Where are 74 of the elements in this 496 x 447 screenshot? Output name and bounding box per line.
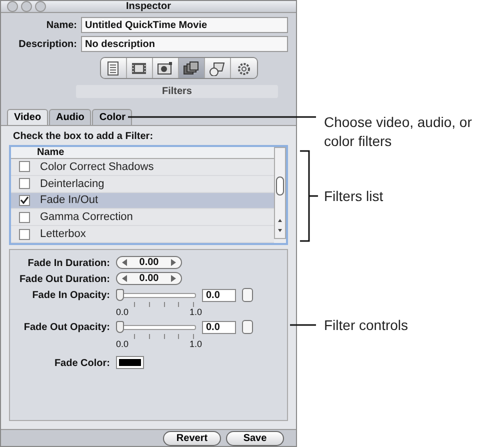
list-row[interactable]: Fade In/Out bbox=[11, 192, 274, 210]
window-control-button[interactable] bbox=[7, 1, 18, 12]
checkbox[interactable] bbox=[19, 228, 30, 240]
min-label: 0.0 bbox=[116, 307, 129, 317]
tab[interactable]: Audio bbox=[49, 109, 92, 125]
instruction-text: Check the box to add a Filter: bbox=[13, 131, 154, 142]
column-header: Name bbox=[11, 147, 274, 159]
toolbar-label: Filters bbox=[76, 85, 278, 98]
document-icon bbox=[105, 60, 121, 76]
dialog-button[interactable]: Save bbox=[226, 430, 284, 446]
control-label: Fade Color: bbox=[53, 357, 110, 369]
window-control-button[interactable] bbox=[21, 1, 32, 12]
callout-text: Filters list bbox=[324, 187, 384, 206]
text-field[interactable]: Untitled QuickTime Movie bbox=[81, 17, 288, 33]
toolbar-button[interactable] bbox=[126, 58, 152, 78]
text-field[interactable]: No description bbox=[81, 36, 288, 52]
max-label: 1.0 bbox=[189, 339, 202, 349]
stepper-value: 0.00 bbox=[139, 257, 159, 268]
slider-thumb[interactable] bbox=[116, 321, 124, 333]
toolbar-button[interactable] bbox=[100, 58, 126, 78]
filter-name: Color Correct Shadows bbox=[40, 160, 154, 173]
tab[interactable]: Video bbox=[7, 109, 48, 125]
leader-line bbox=[290, 324, 316, 326]
stepper-value: 0.00 bbox=[139, 273, 159, 284]
filter-name: Gamma Correction bbox=[40, 211, 133, 224]
callout-text: Choose video, audio, or color filters bbox=[324, 113, 473, 151]
min-label: 0.0 bbox=[116, 339, 129, 349]
stepper-icon bbox=[242, 288, 253, 302]
callout-text: Filter controls bbox=[324, 316, 410, 335]
list-row[interactable]: Color Correct Shadows bbox=[11, 159, 274, 176]
duration-stepper[interactable]: 0.00 bbox=[116, 256, 182, 269]
layers-icon bbox=[183, 60, 199, 76]
filter-name: Deinterlacing bbox=[40, 178, 104, 190]
toolbar-button[interactable] bbox=[204, 58, 230, 78]
checkbox[interactable] bbox=[19, 194, 30, 206]
dialog-button[interactable]: Revert bbox=[163, 430, 221, 446]
control-label: Fade In Duration: bbox=[26, 257, 110, 269]
color-well[interactable] bbox=[116, 356, 144, 369]
right-arrow-icon bbox=[171, 259, 176, 266]
film-icon bbox=[131, 60, 147, 76]
field-label: Name: bbox=[45, 20, 77, 30]
toolbar-button[interactable] bbox=[230, 58, 256, 78]
slider-track[interactable] bbox=[116, 289, 196, 301]
settings-icon bbox=[236, 60, 252, 76]
max-label: 1.0 bbox=[189, 307, 202, 317]
slider-track[interactable] bbox=[116, 321, 196, 333]
left-arrow-icon bbox=[122, 259, 127, 266]
checkbox[interactable] bbox=[19, 212, 30, 223]
filter-name: Letterbox bbox=[40, 228, 86, 240]
field-label: Description: bbox=[18, 38, 77, 50]
list-row[interactable]: Gamma Correction bbox=[11, 209, 274, 226]
control-label: Fade Out Duration: bbox=[18, 273, 110, 285]
slider-thumb[interactable] bbox=[116, 289, 124, 301]
control-label: Fade Out Opacity: bbox=[22, 321, 110, 333]
checkbox[interactable] bbox=[19, 161, 30, 172]
value-field[interactable]: 0.0 bbox=[202, 288, 236, 302]
list-row[interactable]: Deinterlacing bbox=[11, 176, 274, 193]
shapes-icon bbox=[209, 60, 225, 76]
checkmark-icon bbox=[20, 196, 29, 204]
checkbox[interactable] bbox=[19, 178, 30, 190]
control-label: Fade In Opacity: bbox=[31, 289, 110, 301]
tab[interactable]: Color bbox=[92, 109, 132, 125]
window-title: Inspector bbox=[126, 1, 171, 12]
toolbar-button[interactable] bbox=[178, 58, 204, 78]
right-arrow-icon bbox=[171, 275, 176, 282]
camera-icon bbox=[157, 60, 173, 76]
left-arrow-icon bbox=[122, 275, 127, 282]
window-control-button[interactable] bbox=[35, 1, 46, 12]
list-row[interactable]: Letterbox bbox=[11, 226, 274, 243]
stepper-icon bbox=[242, 320, 253, 334]
toolbar-button[interactable] bbox=[152, 58, 178, 78]
duration-stepper[interactable]: 0.00 bbox=[116, 272, 182, 285]
value-field[interactable]: 0.0 bbox=[202, 320, 236, 334]
filter-name: Fade In/Out bbox=[40, 194, 98, 206]
